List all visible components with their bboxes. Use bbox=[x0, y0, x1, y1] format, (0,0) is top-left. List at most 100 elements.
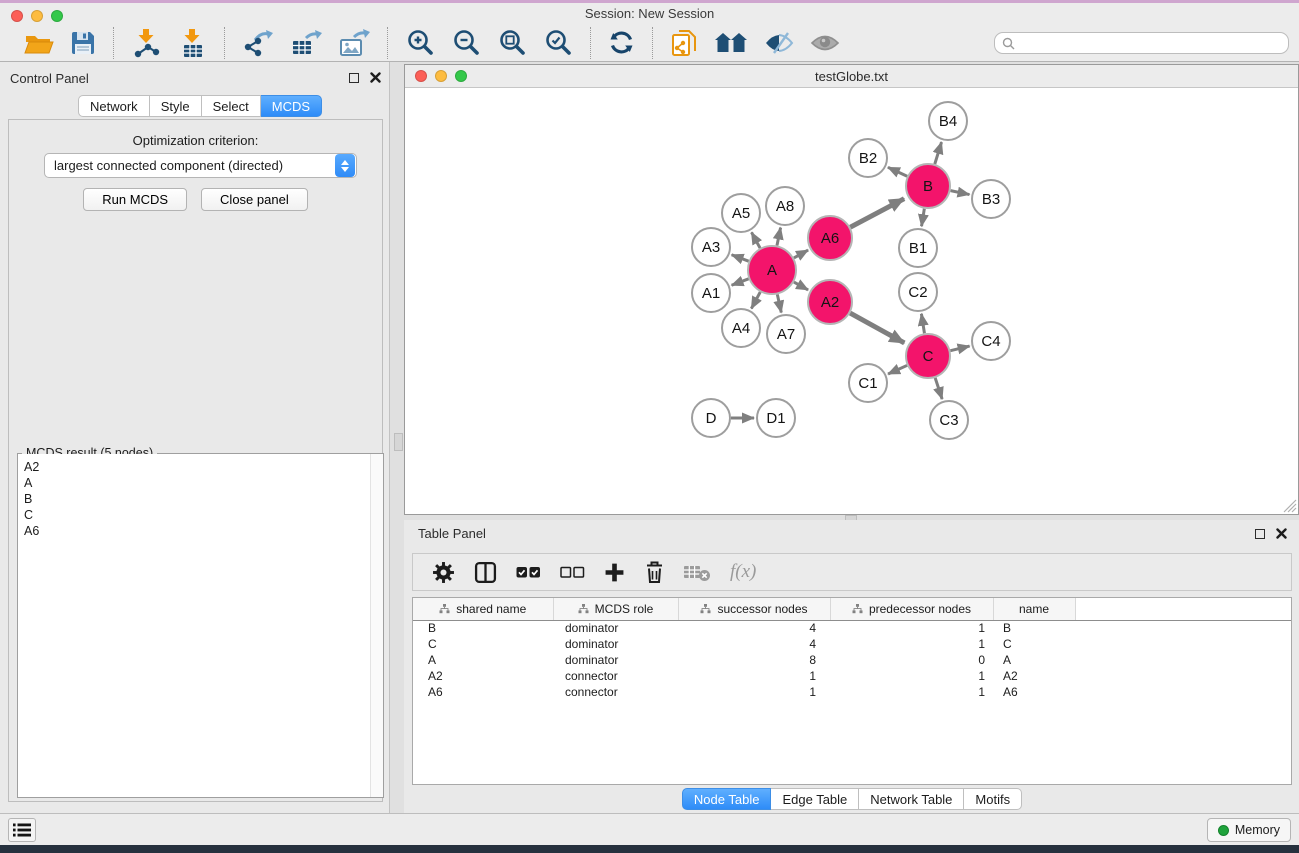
table-settings-gear-icon[interactable] bbox=[432, 561, 455, 584]
column-header-name[interactable]: name bbox=[993, 598, 1075, 620]
tab-select[interactable]: Select bbox=[202, 95, 261, 117]
table-row[interactable]: A6connector11A6 bbox=[413, 684, 1291, 700]
search-input[interactable] bbox=[1020, 34, 1288, 52]
add-column-icon[interactable] bbox=[604, 562, 625, 583]
criterion-dropdown[interactable]: largest connected component (directed) bbox=[44, 153, 357, 178]
import-network-icon[interactable] bbox=[123, 26, 169, 60]
table-row[interactable]: Cdominator41C bbox=[413, 636, 1291, 652]
table-cell[interactable]: 1 bbox=[678, 668, 830, 684]
table-cell[interactable]: dominator bbox=[553, 652, 678, 668]
float-table-panel-icon[interactable] bbox=[1255, 529, 1265, 539]
select-all-icon[interactable] bbox=[516, 566, 541, 579]
close-table-panel-icon[interactable] bbox=[1276, 528, 1287, 539]
export-table-icon[interactable] bbox=[282, 26, 330, 60]
table-cell[interactable]: 1 bbox=[678, 684, 830, 700]
table-cell[interactable]: B bbox=[413, 620, 553, 636]
table-tab-motifs[interactable]: Motifs bbox=[964, 788, 1022, 810]
table-cell[interactable]: B bbox=[993, 620, 1075, 636]
table-cell[interactable]: connector bbox=[553, 684, 678, 700]
table-tab-node-table[interactable]: Node Table bbox=[682, 788, 772, 810]
table-cell[interactable]: 8 bbox=[678, 652, 830, 668]
function-builder-icon[interactable]: f(x) bbox=[730, 561, 756, 583]
zoom-selected-icon[interactable] bbox=[535, 26, 581, 60]
table-row[interactable]: A2connector11A2 bbox=[413, 668, 1291, 684]
column-header-shared-name[interactable]: shared name bbox=[413, 598, 553, 620]
table-cell[interactable]: C bbox=[413, 636, 553, 652]
close-panel-icon[interactable] bbox=[370, 72, 381, 83]
delete-table-icon[interactable] bbox=[684, 563, 711, 582]
edge-C-C1[interactable] bbox=[888, 365, 907, 374]
mcds-result-item[interactable]: A2 bbox=[18, 459, 370, 475]
column-header-mcds-role[interactable]: MCDS role bbox=[553, 598, 678, 620]
edge-A-A5[interactable] bbox=[752, 232, 761, 248]
table-tab-network-table[interactable]: Network Table bbox=[859, 788, 964, 810]
import-table-icon[interactable] bbox=[169, 26, 215, 60]
table-cell[interactable]: 0 bbox=[830, 652, 993, 668]
edge-A-A3[interactable] bbox=[732, 255, 749, 261]
table-cell[interactable]: 1 bbox=[830, 668, 993, 684]
edge-C-C2[interactable] bbox=[921, 314, 924, 334]
mcds-result-item[interactable]: C bbox=[18, 507, 370, 523]
edge-B-B4[interactable] bbox=[935, 142, 942, 164]
table-cell[interactable]: dominator bbox=[553, 620, 678, 636]
mcds-result-item[interactable]: A6 bbox=[18, 523, 370, 539]
show-columns-icon[interactable] bbox=[474, 561, 497, 584]
edge-A-A8[interactable] bbox=[777, 228, 781, 246]
table-cell[interactable]: A2 bbox=[993, 668, 1075, 684]
tab-style[interactable]: Style bbox=[150, 95, 202, 117]
run-mcds-button[interactable]: Run MCDS bbox=[83, 188, 187, 211]
mcds-result-item[interactable]: A bbox=[18, 475, 370, 491]
deselect-all-icon[interactable] bbox=[560, 566, 585, 579]
edge-B-B1[interactable] bbox=[922, 209, 925, 227]
save-session-icon[interactable] bbox=[62, 26, 104, 60]
refresh-icon[interactable] bbox=[600, 26, 643, 60]
edge-A-A6[interactable] bbox=[794, 250, 808, 258]
edge-B-B2[interactable] bbox=[888, 167, 907, 176]
column-header-successor-nodes[interactable]: successor nodes bbox=[678, 598, 830, 620]
home-icon[interactable] bbox=[706, 26, 756, 60]
table-cell[interactable]: A bbox=[993, 652, 1075, 668]
table-cell[interactable]: 1 bbox=[830, 684, 993, 700]
memory-button[interactable]: Memory bbox=[1207, 818, 1291, 842]
network-window-titlebar[interactable]: testGlobe.txt bbox=[405, 65, 1298, 88]
zoom-out-icon[interactable] bbox=[443, 26, 489, 60]
close-panel-button[interactable]: Close panel bbox=[201, 188, 308, 211]
table-cell[interactable]: C bbox=[993, 636, 1075, 652]
export-network-icon[interactable] bbox=[234, 26, 282, 60]
show-panel-eye-icon[interactable] bbox=[802, 26, 848, 60]
search-field[interactable] bbox=[994, 32, 1289, 54]
network-canvas[interactable]: B4B2BB3A5A8A6B1A3AA1C2A2A4A7C4CC1C3DD1 bbox=[405, 88, 1298, 514]
task-history-button[interactable] bbox=[8, 818, 36, 842]
zoom-in-icon[interactable] bbox=[397, 26, 443, 60]
edge-A-A1[interactable] bbox=[732, 279, 749, 285]
column-header-predecessor-nodes[interactable]: predecessor nodes bbox=[830, 598, 993, 620]
export-image-icon[interactable] bbox=[330, 26, 378, 60]
zoom-fit-icon[interactable] bbox=[489, 26, 535, 60]
table-cell[interactable]: 1 bbox=[830, 636, 993, 652]
edge-A-A7[interactable] bbox=[777, 294, 781, 312]
edge-A2-C[interactable] bbox=[850, 313, 904, 343]
edge-C-C3[interactable] bbox=[935, 378, 942, 399]
vertical-split-handle[interactable] bbox=[394, 433, 403, 451]
edge-C-C4[interactable] bbox=[950, 346, 969, 351]
edge-B-B3[interactable] bbox=[951, 191, 970, 195]
table-cell[interactable]: dominator bbox=[553, 636, 678, 652]
mcds-list-scrollbar[interactable] bbox=[370, 454, 383, 797]
open-file-icon[interactable] bbox=[16, 26, 62, 60]
float-panel-icon[interactable] bbox=[349, 73, 359, 83]
table-cell[interactable]: A6 bbox=[413, 684, 553, 700]
table-cell[interactable]: A6 bbox=[993, 684, 1075, 700]
edge-A6-B[interactable] bbox=[850, 199, 904, 228]
table-cell[interactable]: 4 bbox=[678, 636, 830, 652]
mcds-result-list[interactable]: A2ABCA6 bbox=[18, 454, 370, 797]
hide-panel-eye-icon[interactable] bbox=[756, 26, 802, 60]
resize-grip-icon[interactable] bbox=[1283, 499, 1297, 513]
table-row[interactable]: Adominator80A bbox=[413, 652, 1291, 668]
table-cell[interactable]: 1 bbox=[830, 620, 993, 636]
edge-A-A2[interactable] bbox=[794, 282, 808, 290]
delete-column-trash-icon[interactable] bbox=[644, 560, 665, 584]
table-row[interactable]: Bdominator41B bbox=[413, 620, 1291, 636]
tab-mcds[interactable]: MCDS bbox=[261, 95, 322, 117]
table-cell[interactable]: A bbox=[413, 652, 553, 668]
table-cell[interactable]: A2 bbox=[413, 668, 553, 684]
